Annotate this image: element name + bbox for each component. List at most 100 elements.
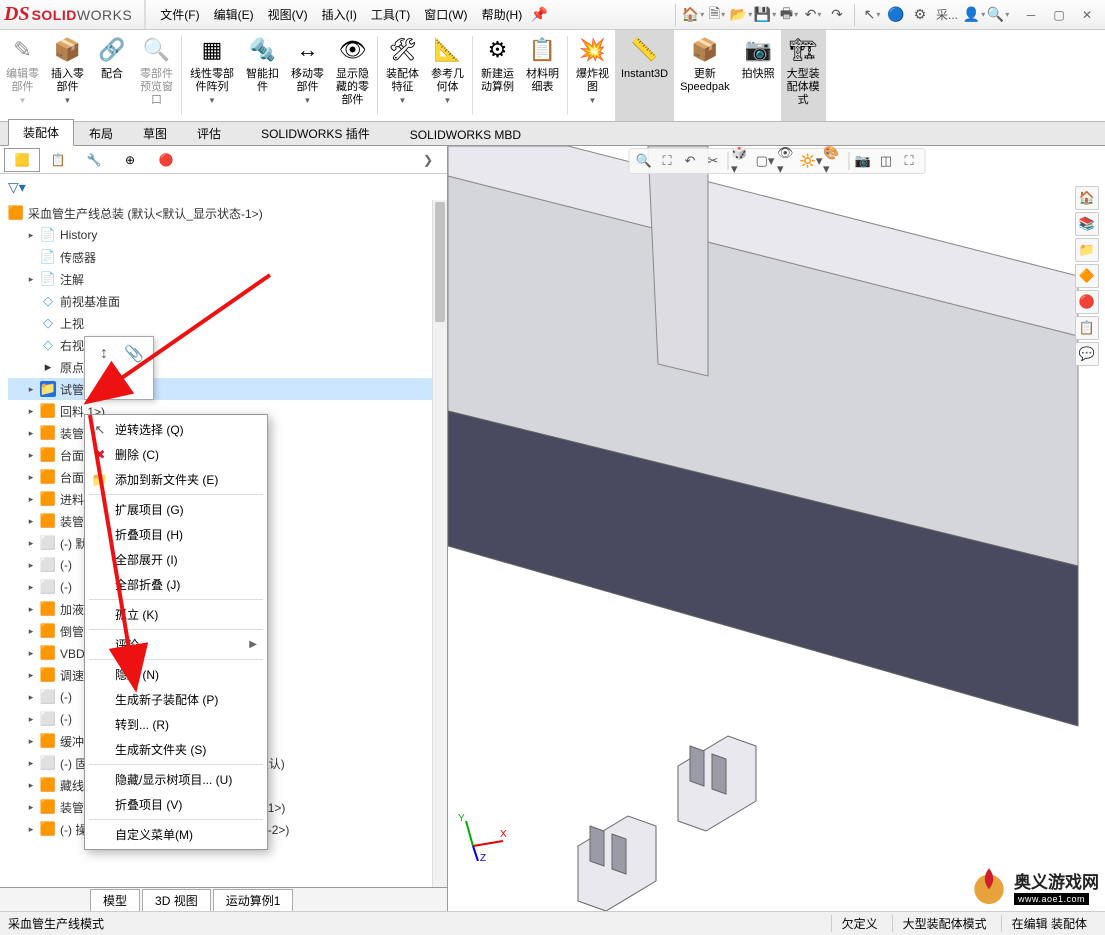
context-menu-item[interactable]: 扩展项目 (G) [85,497,267,522]
menu-item[interactable]: 插入(I) [316,2,363,27]
tree-row[interactable]: ▸原点 [8,356,447,378]
ribbon-large-asm[interactable]: 🏗大型装 配体模 式 [781,30,826,121]
move-xyz-icon[interactable]: ⤢ [93,371,115,393]
ribbon-exploded[interactable]: 💥爆炸视 图▼ [570,30,615,121]
resources-icon[interactable]: 📚 [1075,212,1099,236]
context-menu-item[interactable]: ↖逆转选择 (Q) [85,417,267,442]
context-menu-item[interactable]: 📁添加到新文件夹 (E) [85,467,267,492]
scene-icon[interactable]: 🔆▾ [800,150,822,172]
ribbon-linear[interactable]: ▦线性零部 件阵列▼ [184,30,240,121]
perspective-icon[interactable]: ◫ [875,150,897,172]
ribbon-tab[interactable]: 布局 [74,120,128,146]
ribbon-motion[interactable]: ⚙新建运 动算例 [475,30,520,121]
hide-show-icon[interactable]: 👁▾ [777,150,799,172]
open-icon[interactable]: 📂 [730,4,752,26]
context-menu-item[interactable]: 全部展开 (I) [85,547,267,572]
ribbon-asm-feat[interactable]: 🛠装配体 特征▼ [380,30,425,121]
home-pane-icon[interactable]: 🏠 [1075,186,1099,210]
tree-scrollbar[interactable] [432,200,447,887]
design-lib-icon[interactable]: 📁 [1075,238,1099,262]
new-doc-icon[interactable]: 🗎 [706,4,728,26]
feature-tree-tab[interactable]: 🟨 [4,148,40,172]
tree-row[interactable]: ◇右视 [8,334,447,356]
ribbon-bom[interactable]: 📋材料明 细表 [520,30,565,121]
context-menu-item[interactable]: 自定义菜单(M) [85,822,267,847]
property-tab[interactable]: 🔧 [76,148,112,172]
minimize-button[interactable]: ─ [1017,5,1045,25]
doc-tab[interactable]: 运动算例1 [213,889,294,911]
display-style-icon[interactable]: ▢▾ [754,150,776,172]
config-tab[interactable]: 📋 [40,148,76,172]
ribbon-tab[interactable]: SOLIDWORKS MBD [395,123,536,146]
context-menu-item[interactable]: 折叠项目 (H) [85,522,267,547]
pin-icon[interactable]: 📌 [528,4,550,26]
context-menu-item[interactable]: 折叠项目 (V) [85,792,267,817]
section-icon[interactable]: ✂ [702,150,724,172]
tree-root[interactable]: 🟧 采血管生产线总装 (默认<默认_显示状态-1>) [8,202,447,224]
zoom-area-icon[interactable]: ⛶ [656,150,678,172]
isolate-icon[interactable]: ↕ [93,343,115,365]
ribbon-show-hide[interactable]: 👁显示隐 藏的零 部件 [330,30,375,121]
ribbon-insert-part[interactable]: 📦插入零 部件▼ [45,30,90,121]
context-menu-item[interactable]: 孤立 (K) [85,602,267,627]
prev-view-icon[interactable]: ↶ [679,150,701,172]
doc-tab[interactable]: 3D 视图 [142,889,211,911]
view-orient-icon[interactable]: 🎲▾ [731,150,753,172]
context-menu-item[interactable]: 生成新子装配体 (P) [85,687,267,712]
menu-item[interactable]: 文件(F) [154,2,205,27]
ribbon-ref-geom[interactable]: 📐参考几 何体▼ [425,30,470,121]
ribbon-snapshot[interactable]: 📷拍快照 [736,30,781,121]
tree-row[interactable]: 📄传感器 [8,246,447,268]
undo-icon[interactable]: ↶ [802,4,824,26]
tree-row[interactable]: ▸📄History [8,224,447,246]
menu-item[interactable]: 窗口(W) [418,2,473,27]
context-menu-item[interactable]: 生成新文件夹 (S) [85,737,267,762]
menu-item[interactable]: 工具(T) [365,2,416,27]
ribbon-tab[interactable]: 装配体 [8,119,74,146]
appearance-tab[interactable]: 🔴 [148,148,184,172]
tree-row[interactable]: ◇前视基准面 [8,290,447,312]
ribbon-instant3d[interactable]: 📏Instant3D [615,30,674,121]
context-menu-item[interactable]: 隐藏/显示树项目... (U) [85,767,267,792]
zoom-fit-icon[interactable]: 🔍 [633,150,655,172]
display-tab[interactable]: ⊕ [112,148,148,172]
select-icon[interactable]: ↖ [861,4,883,26]
doc-tab[interactable]: 模型 [90,889,140,911]
clip-icon[interactable]: 📎 [123,343,145,365]
context-menu-item[interactable]: 全部折叠 (J) [85,572,267,597]
capture-label[interactable]: 采... [933,4,961,26]
ribbon-tab[interactable]: SOLIDWORKS 插件 [246,120,385,146]
menu-item[interactable]: 编辑(E) [208,2,260,27]
rebuild-icon[interactable]: 🔵 [885,4,907,26]
filter-icon[interactable]: ▽▾ [8,179,26,196]
panel-collapse-icon[interactable]: ❯ [413,149,443,171]
ribbon-tab[interactable]: 评估 [182,120,236,146]
file-explorer-icon[interactable]: 🔶 [1075,264,1099,288]
menu-item[interactable]: 帮助(H) [476,2,529,27]
full-screen-icon[interactable]: ⛶ [898,150,920,172]
search-icon[interactable]: 🔍 [987,4,1009,26]
context-menu-item[interactable]: 评论▶ [85,632,267,657]
home-icon[interactable]: 🏠 [682,4,704,26]
context-menu-item[interactable]: 隐藏 (N) [85,662,267,687]
save-icon[interactable]: 💾 [754,4,776,26]
custom-props-icon[interactable]: 💬 [1075,342,1099,366]
view-palette-icon[interactable]: 🔴 [1075,290,1099,314]
close-button[interactable]: ✕ [1073,5,1101,25]
redo-icon[interactable]: ↷ [826,4,848,26]
tree-row[interactable]: ▸📄注解 [8,268,447,290]
context-menu-item[interactable]: ✖删除 (C) [85,442,267,467]
3d-viewport[interactable]: 🔍 ⛶ ↶ ✂ 🎲▾ ▢▾ 👁▾ 🔆▾ 🎨▾ 📷 ◫ ⛶ 🏠 📚 📁 🔶 🔴 📋… [448,146,1105,911]
print-icon[interactable]: 🖶 [778,4,800,26]
appearance-icon[interactable]: 🎨▾ [823,150,845,172]
ribbon-smart[interactable]: 🔩智能扣 件 [240,30,285,121]
render-icon[interactable]: 📷 [852,150,874,172]
tree-row[interactable]: ▸📁试管架 [8,378,447,400]
ribbon-move[interactable]: ↔移动零 部件▼ [285,30,330,121]
options-icon[interactable]: ⚙ [909,4,931,26]
tree-row[interactable]: ◇上视 [8,312,447,334]
ribbon-speedpak[interactable]: 📦更新 Speedpak [674,30,736,121]
menu-item[interactable]: 视图(V) [262,2,314,27]
user-icon[interactable]: 👤 [963,4,985,26]
context-menu-item[interactable]: 转到... (R) [85,712,267,737]
